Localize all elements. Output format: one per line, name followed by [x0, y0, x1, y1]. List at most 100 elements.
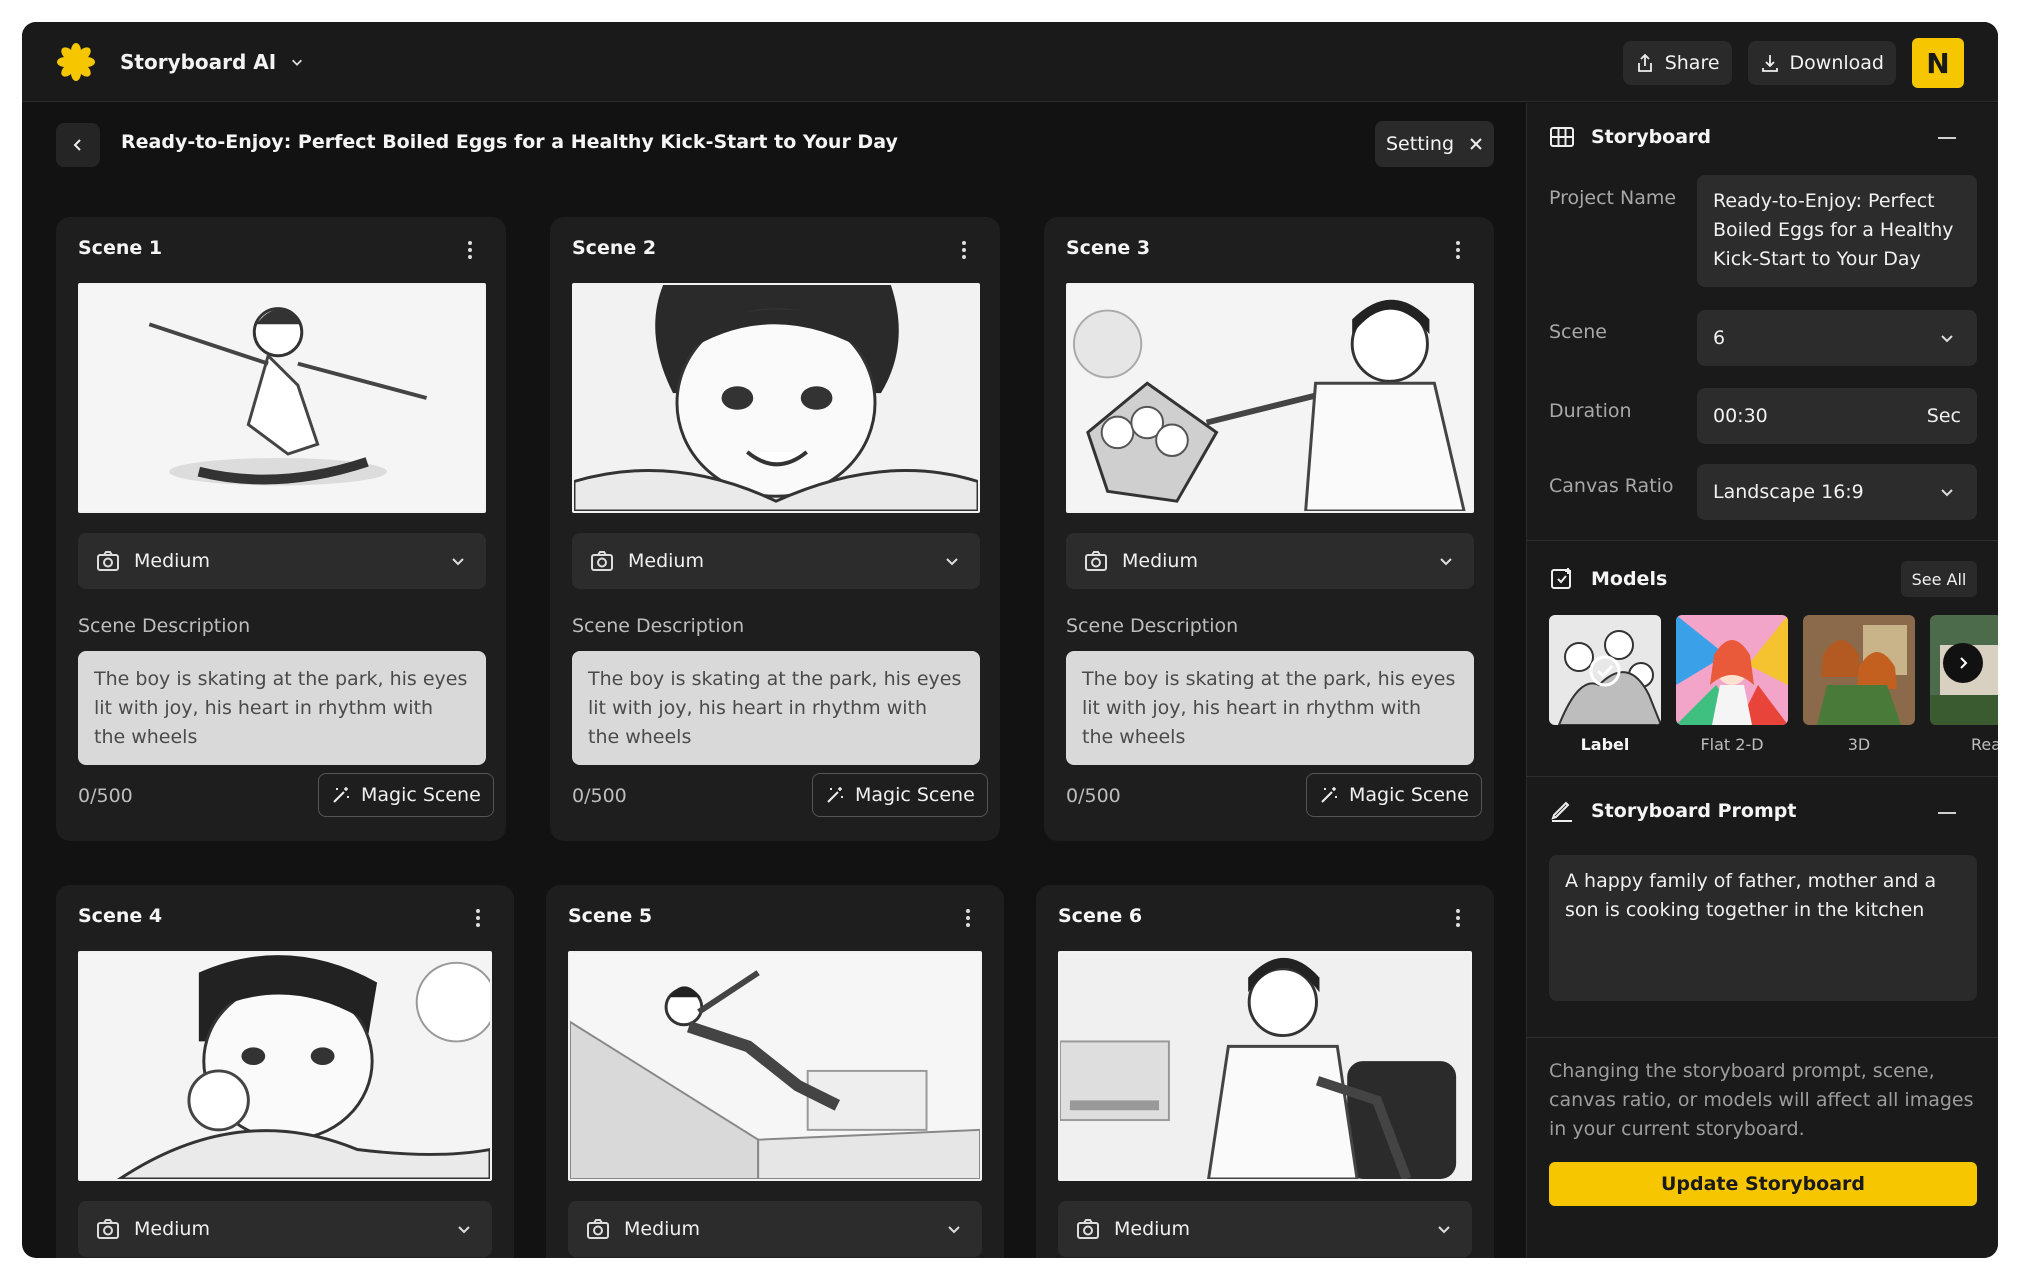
scene-image[interactable] — [568, 951, 982, 1181]
scene-description-input[interactable]: The boy is skating at the park, his eyes… — [78, 651, 486, 765]
more-vertical-icon[interactable] — [958, 907, 978, 929]
setting-button[interactable]: Setting — [1375, 121, 1494, 167]
carousel-next-button[interactable] — [1943, 643, 1983, 683]
shot-size-value: Medium — [1114, 1218, 1190, 1240]
magic-scene-button[interactable]: Magic Scene — [812, 773, 988, 817]
project-name-field[interactable]: Ready-to-Enjoy: Perfect Boiled Eggs for … — [1697, 175, 1977, 287]
camera-icon — [97, 1219, 119, 1239]
scene-image[interactable] — [78, 951, 492, 1181]
shot-size-select[interactable]: Medium — [78, 1201, 492, 1257]
more-vertical-icon[interactable] — [1448, 907, 1468, 929]
update-storyboard-button[interactable]: Update Storyboard — [1549, 1162, 1977, 1206]
models-icon — [1551, 568, 1571, 589]
scene-count-label: Scene — [1549, 321, 1607, 343]
model-option[interactable]: Rea — [1930, 615, 1998, 754]
model-option[interactable]: 3D — [1803, 615, 1915, 754]
divider — [1527, 1037, 1998, 1038]
brand-switcher[interactable]: Storyboard AI — [56, 42, 304, 82]
more-vertical-icon[interactable] — [460, 239, 480, 261]
models-section-header: Models — [1549, 562, 1667, 596]
setting-label: Setting — [1386, 133, 1455, 155]
page-title: Ready-to-Enjoy: Perfect Boiled Eggs for … — [121, 131, 898, 153]
scene-description-label: Scene Description — [78, 615, 251, 637]
shot-size-select[interactable]: Medium — [568, 1201, 982, 1257]
more-vertical-icon[interactable] — [468, 907, 488, 929]
camera-icon — [587, 1219, 609, 1239]
chevron-down-icon — [1440, 558, 1452, 566]
scene-title: Scene 1 — [78, 237, 163, 259]
scene-description-input[interactable]: The boy is skating at the park, his eyes… — [572, 651, 980, 765]
collapse-icon[interactable] — [1938, 812, 1956, 814]
shot-size-value: Medium — [134, 550, 210, 572]
flower-logo-icon — [57, 43, 95, 81]
magic-scene-button[interactable]: Magic Scene — [318, 773, 494, 817]
chevron-down-icon — [458, 1226, 470, 1234]
duration-value: 00:30 — [1713, 405, 1768, 427]
scene-card: Scene 5 Medium — [546, 885, 1004, 1258]
chevron-down-icon — [1438, 1226, 1450, 1234]
shot-size-select[interactable]: Medium — [78, 533, 486, 589]
chevron-right-icon — [1960, 657, 1968, 669]
more-vertical-icon[interactable] — [954, 239, 974, 261]
shot-size-select[interactable]: Medium — [1058, 1201, 1472, 1257]
scene-description-label: Scene Description — [572, 615, 745, 637]
canvas-ratio-select[interactable]: Landscape 16:9 — [1697, 464, 1977, 520]
models-carousel: Label Flat 2-D 3D Rea — [1549, 615, 1998, 755]
camera-icon — [591, 551, 613, 571]
duration-label: Duration — [1549, 400, 1632, 422]
scene-title: Scene 6 — [1058, 905, 1143, 927]
scene-count-select[interactable]: 6 — [1697, 310, 1977, 366]
shot-size-select[interactable]: Medium — [572, 533, 980, 589]
model-label: 3D — [1847, 735, 1871, 754]
app-window: Storyboard AI Share Download N Ready-to-… — [22, 22, 1998, 1258]
collapse-icon[interactable] — [1938, 137, 1956, 139]
chevron-down-icon — [452, 558, 464, 566]
model-option[interactable]: Label — [1549, 615, 1661, 754]
model-label: Rea — [1970, 735, 1998, 754]
scene-card: Scene 4 Medium — [56, 885, 514, 1258]
share-button[interactable]: Share — [1622, 41, 1732, 85]
scene-image[interactable] — [1058, 951, 1472, 1181]
model-thumbnail — [1549, 615, 1661, 725]
shot-size-select[interactable]: Medium — [1066, 533, 1474, 589]
scene-title: Scene 4 — [78, 905, 163, 927]
project-name-label: Project Name — [1549, 187, 1677, 209]
scene-image[interactable] — [1066, 283, 1474, 513]
more-vertical-icon[interactable] — [1448, 239, 1468, 261]
download-button[interactable]: Download — [1747, 41, 1896, 85]
model-thumbnail — [1676, 615, 1788, 725]
char-counter: 0/500 — [78, 785, 133, 807]
chevron-left-icon — [73, 139, 81, 151]
models-heading: Models — [1591, 568, 1668, 590]
model-thumbnail — [1803, 615, 1915, 725]
prompt-heading: Storyboard Prompt — [1591, 800, 1797, 822]
duration-field[interactable]: 00:30 Sec — [1697, 388, 1977, 444]
shot-size-value: Medium — [1122, 550, 1198, 572]
storyboard-section-header[interactable]: Storyboard — [1549, 120, 1711, 154]
close-icon — [1470, 138, 1482, 150]
scene-count-value: 6 — [1713, 327, 1726, 349]
magic-scene-button[interactable]: Magic Scene — [1306, 773, 1482, 817]
prompt-section-header[interactable]: Storyboard Prompt — [1549, 794, 1796, 828]
chevron-down-icon — [1941, 489, 1953, 497]
storyboard-prompt-input[interactable]: A happy family of father, mother and a s… — [1549, 855, 1977, 1001]
magic-scene-label: Magic Scene — [361, 784, 481, 806]
update-note: Changing the storyboard prompt, scene, c… — [1549, 1060, 1974, 1140]
back-button[interactable] — [56, 123, 100, 167]
scene-title: Scene 3 — [1066, 237, 1151, 259]
grid-icon — [1550, 127, 1574, 147]
scene-description-input[interactable]: The boy is skating at the park, his eyes… — [1066, 651, 1474, 765]
char-counter: 0/500 — [572, 785, 627, 807]
scene-image[interactable] — [78, 283, 486, 513]
chevron-down-icon — [948, 1226, 960, 1234]
magic-wand-icon — [827, 787, 843, 803]
avatar[interactable]: N — [1912, 38, 1964, 88]
camera-icon — [97, 551, 119, 571]
scene-card: Scene 6 Medium — [1036, 885, 1494, 1258]
edit-icon — [1551, 801, 1572, 822]
scene-image[interactable] — [572, 283, 980, 513]
see-all-button[interactable]: See All — [1901, 561, 1977, 597]
divider — [1527, 776, 1998, 777]
magic-wand-icon — [333, 787, 349, 803]
model-option[interactable]: Flat 2-D — [1676, 615, 1788, 754]
